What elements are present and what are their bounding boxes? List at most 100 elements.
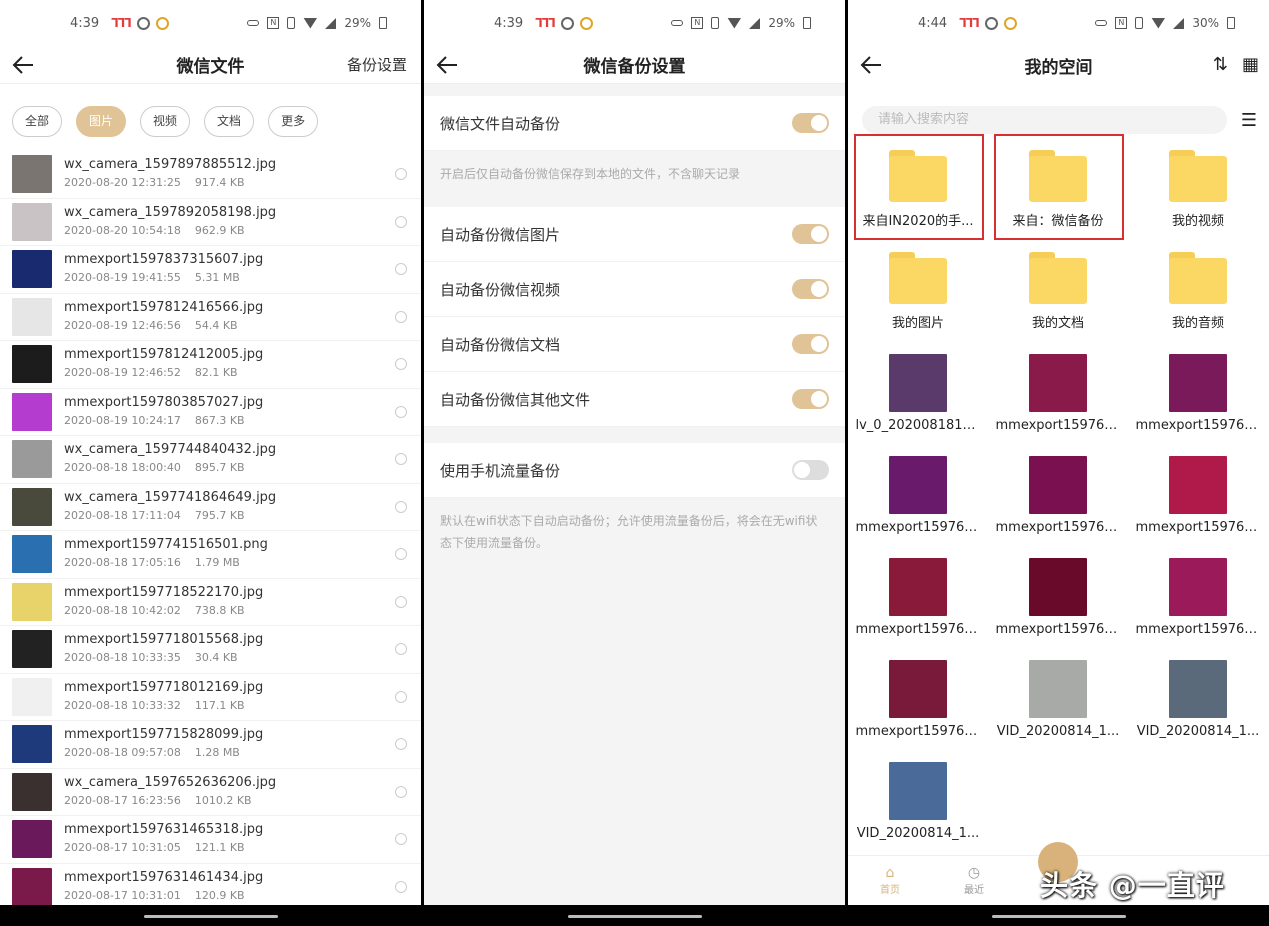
backup-option-toggle[interactable] — [792, 389, 829, 409]
backup-option-row[interactable]: 自动备份微信视频 — [424, 262, 845, 317]
file-row[interactable]: wx_camera_1597897885512.jpg 2020-08-20 12… — [0, 151, 421, 199]
file-row[interactable]: mmexport1597718522170.jpg 2020-08-18 10:4… — [0, 579, 421, 626]
folder-icon — [1169, 150, 1227, 202]
wechat-files-screen: 4:39 ᒣᒣᒣ N 29% 微信文件 备份设置 全部 图片 视频 文档 更多 wx_c… — [0, 0, 421, 926]
image-item[interactable]: VID_20200814_1... — [988, 650, 1128, 752]
backup-option-toggle[interactable] — [792, 279, 829, 299]
file-row[interactable]: mmexport1597741516501.png 2020-08-18 17:0… — [0, 531, 421, 579]
file-row[interactable]: mmexport1597631465318.jpg 2020-08-17 10:3… — [0, 816, 421, 864]
image-item[interactable]: mmexport159763... — [1128, 446, 1268, 548]
file-row[interactable]: mmexport1597715828099.jpg 2020-08-18 09:5… — [0, 721, 421, 769]
file-row[interactable]: wx_camera_1597741864649.jpg 2020-08-18 17… — [0, 484, 421, 531]
file-list: wx_camera_1597897885512.jpg 2020-08-20 12… — [0, 151, 421, 911]
folder-icon — [889, 252, 947, 304]
key-icon — [1095, 20, 1108, 26]
backup-option-toggle[interactable] — [792, 334, 829, 354]
image-item[interactable]: mmexport159763... — [1128, 548, 1268, 650]
select-radio[interactable] — [395, 263, 407, 275]
filter-chip[interactable]: 全部 — [12, 106, 63, 137]
select-radio[interactable] — [395, 738, 407, 750]
file-row[interactable]: mmexport1597718015568.jpg 2020-08-18 10:3… — [0, 626, 421, 674]
auto-backup-row[interactable]: 微信文件自动备份 — [424, 96, 845, 151]
file-row[interactable]: wx_camera_1597892058198.jpg 2020-08-20 10… — [0, 199, 421, 246]
file-date: 2020-08-18 10:42:02 — [64, 603, 181, 617]
vibrate-icon — [711, 17, 720, 29]
select-radio[interactable] — [395, 833, 407, 845]
file-thumbnail — [12, 250, 52, 289]
image-item[interactable]: mmexport159763... — [848, 446, 988, 548]
file-row[interactable]: mmexport1597631461434.jpg 2020-08-17 10:3… — [0, 864, 421, 911]
image-item[interactable]: mmexport159763... — [988, 344, 1128, 446]
filter-chip[interactable]: 文档 — [204, 106, 255, 137]
select-radio[interactable] — [395, 548, 407, 560]
folder-icon — [1029, 252, 1087, 304]
mobile-data-toggle[interactable] — [792, 460, 829, 480]
select-radio[interactable] — [395, 690, 407, 703]
file-row[interactable]: mmexport1597718012169.jpg 2020-08-18 10:3… — [0, 674, 421, 721]
folder-item[interactable]: 我的图片 — [848, 242, 988, 344]
filter-chip[interactable]: 图片 — [76, 106, 127, 137]
select-radio[interactable] — [395, 500, 407, 513]
sort-order-icon[interactable]: ⇅ — [1213, 54, 1228, 75]
home-gesture-pill[interactable] — [143, 915, 278, 918]
item-label: mmexport159763... — [1135, 520, 1261, 535]
home-gesture-pill[interactable] — [991, 915, 1126, 918]
select-radio[interactable] — [395, 168, 407, 180]
image-thumbnail — [1029, 660, 1087, 718]
image-item[interactable]: mmexport159763... — [848, 548, 988, 650]
image-thumbnail — [1169, 456, 1227, 514]
folder-item[interactable]: 我的视频 — [1128, 140, 1268, 242]
folder-item[interactable]: 我的文档 — [988, 242, 1128, 344]
folder-item[interactable]: 来自IN2020的手... — [848, 134, 988, 242]
select-radio[interactable] — [395, 595, 407, 608]
back-arrow-icon[interactable] — [860, 55, 882, 75]
search-input[interactable]: 请输入搜索内容 — [862, 106, 1227, 134]
select-radio[interactable] — [395, 310, 407, 323]
auto-backup-toggle[interactable] — [792, 113, 829, 133]
filter-chip[interactable]: 视频 — [140, 106, 191, 137]
folder-item[interactable]: 来自：微信备份 — [988, 134, 1128, 242]
back-arrow-icon[interactable] — [436, 55, 458, 75]
select-radio[interactable] — [395, 880, 407, 893]
file-row[interactable]: mmexport1597803857027.jpg 2020-08-19 10:2… — [0, 389, 421, 436]
image-item[interactable]: VID_20200814_1... — [1128, 650, 1268, 752]
backup-option-row[interactable]: 自动备份微信其他文件 — [424, 372, 845, 427]
image-thumbnail — [1029, 558, 1087, 616]
file-row[interactable]: wx_camera_1597652636206.jpg 2020-08-17 16… — [0, 769, 421, 816]
backup-settings-link[interactable]: 备份设置 — [347, 54, 407, 75]
image-item[interactable]: mmexport159763... — [1128, 344, 1268, 446]
highlight-box — [854, 134, 984, 240]
folder-item[interactable]: 我的音频 — [1128, 242, 1268, 344]
select-radio[interactable] — [395, 215, 407, 228]
image-item[interactable]: lv_0_2020081811... — [848, 344, 988, 446]
file-date: 2020-08-18 17:05:16 — [64, 556, 181, 570]
file-row[interactable]: mmexport1597812416566.jpg 2020-08-19 12:4… — [0, 294, 421, 341]
nfc-icon: N — [267, 17, 280, 29]
image-item[interactable]: mmexport159763... — [988, 548, 1128, 650]
home-gesture-pill[interactable] — [567, 915, 702, 918]
select-radio[interactable] — [395, 785, 407, 798]
select-radio[interactable] — [395, 643, 407, 655]
file-row[interactable]: mmexport1597837315607.jpg 2020-08-19 19:4… — [0, 246, 421, 294]
backup-option-row[interactable]: 自动备份微信图片 — [424, 207, 845, 262]
file-row[interactable]: mmexport1597812412005.jpg 2020-08-19 12:4… — [0, 341, 421, 389]
image-item[interactable]: VID_20200814_1... — [848, 752, 988, 854]
grid-view-icon[interactable]: ▦ — [1242, 54, 1259, 75]
filter-chip[interactable]: 更多 — [268, 106, 319, 137]
select-radio[interactable] — [395, 405, 407, 418]
item-label: mmexport159763... — [995, 418, 1121, 433]
backup-option-toggle[interactable] — [792, 224, 829, 244]
file-name: wx_camera_1597744840432.jpg — [64, 442, 277, 458]
image-item[interactable]: mmexport159763... — [988, 446, 1128, 548]
file-row[interactable]: wx_camera_1597744840432.jpg 2020-08-18 18… — [0, 436, 421, 484]
sort-list-icon[interactable]: ☰ — [1241, 110, 1257, 131]
item-label: lv_0_2020081811... — [855, 418, 981, 433]
image-item[interactable]: mmexport159763... — [848, 650, 988, 752]
select-radio[interactable] — [395, 453, 407, 465]
backup-option-row[interactable]: 自动备份微信文档 — [424, 317, 845, 372]
nav-recent[interactable]: ◷ 最近 — [932, 865, 1016, 896]
nav-home[interactable]: ⌂ 首页 — [848, 865, 932, 896]
select-radio[interactable] — [395, 358, 407, 370]
back-arrow-icon[interactable] — [12, 55, 34, 75]
mobile-data-row[interactable]: 使用手机流量备份 — [424, 443, 845, 498]
